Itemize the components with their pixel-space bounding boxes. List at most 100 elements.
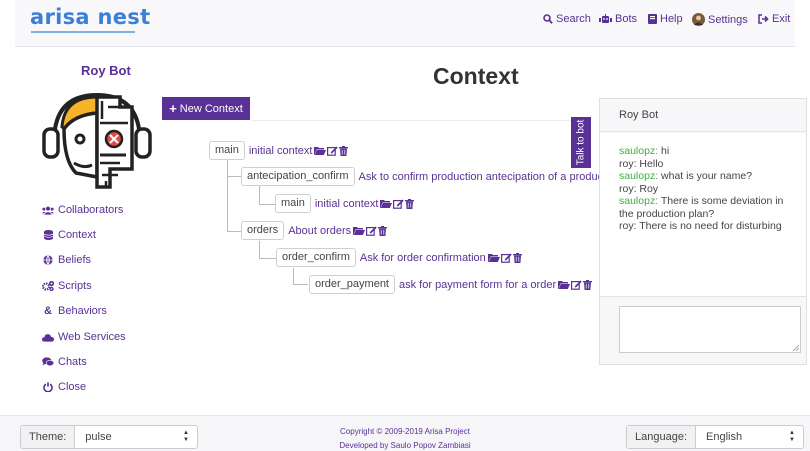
chat-footer	[600, 296, 806, 364]
chat-message: saulopz: what is your name?	[619, 170, 798, 183]
context-name[interactable]: order_confirm	[276, 248, 356, 267]
sidebar-item-scripts[interactable]: Scripts	[42, 280, 92, 292]
context-description: About orders	[288, 224, 352, 237]
tree-line	[259, 204, 275, 205]
users-icon	[42, 206, 54, 215]
chat-text: There is no need for disturbing	[636, 220, 782, 232]
chat-text: hi	[658, 145, 670, 157]
plus-icon: +	[169, 101, 177, 116]
edit-icon[interactable]	[571, 280, 582, 290]
chat-message: roy: There is no need for disturbing	[619, 220, 798, 233]
brand-underline	[31, 31, 135, 33]
folder-open-icon[interactable]	[314, 146, 327, 155]
chat-speaker: saulopz:	[619, 195, 659, 207]
nav-bots[interactable]: Bots	[599, 13, 637, 25]
trash-icon[interactable]	[583, 279, 593, 290]
sidebar-item-label: Beliefs	[58, 254, 92, 266]
chat-speaker: saulopz:	[619, 145, 659, 157]
chat-message: roy: Hello	[619, 158, 798, 171]
globe-icon	[43, 255, 53, 265]
context-description: initial context	[314, 197, 379, 210]
folder-open-icon[interactable]	[380, 199, 393, 208]
edit-icon[interactable]	[393, 199, 405, 209]
bot-avatar	[42, 92, 152, 189]
language-selector[interactable]: Language: English ▲ ▼	[626, 425, 804, 449]
select-arrow-icon: ▲ ▼	[789, 430, 795, 443]
tree-line	[227, 176, 241, 177]
chat-message: saulopz: hi	[619, 145, 798, 158]
sidebar-item-label: Scripts	[58, 280, 92, 292]
sidebar-item-web-services[interactable]: Web Services	[42, 331, 126, 343]
resize-handle-icon[interactable]	[793, 345, 799, 351]
tree-line	[259, 258, 276, 259]
bots-icon	[599, 14, 612, 23]
sidebar-item-behaviors[interactable]: & Behaviors	[42, 305, 107, 317]
context-name[interactable]: orders	[241, 221, 285, 240]
trash-icon[interactable]	[512, 252, 522, 263]
navbar: arisa nest Search Bots Help Settings Exi…	[15, 0, 795, 47]
sidebar-item-label: Close	[58, 381, 87, 393]
chat-panel: Roy Bot saulopz: hi roy: Hello saulopz: …	[599, 98, 807, 365]
edit-icon[interactable]	[500, 253, 512, 263]
new-context-button[interactable]: + New Context	[162, 97, 250, 120]
edit-icon[interactable]	[327, 146, 339, 156]
sidebar-item-chats[interactable]: Chats	[42, 356, 87, 368]
tree-line	[293, 284, 308, 285]
talk-to-bot-tab[interactable]: Talk to bot	[571, 117, 591, 168]
nav-help[interactable]: Help	[648, 13, 683, 25]
trash-icon[interactable]	[405, 198, 415, 209]
brand-logo[interactable]: arisa nest	[30, 5, 150, 29]
sidebar-item-beliefs[interactable]: Beliefs	[42, 254, 91, 266]
context-name[interactable]: main	[209, 141, 245, 160]
folder-open-icon[interactable]	[487, 253, 500, 262]
chat-text: Roy	[636, 182, 659, 195]
language-label: Language:	[627, 426, 696, 448]
chat-messages: saulopz: hi roy: Hello saulopz: what is …	[600, 133, 806, 296]
chat-input[interactable]	[619, 306, 801, 353]
folder-open-icon[interactable]	[353, 226, 366, 235]
tree-line	[259, 241, 260, 259]
nav-settings[interactable]: Settings	[692, 13, 748, 26]
power-icon	[43, 382, 53, 392]
sidebar-item-label: Context	[58, 229, 96, 241]
context-description: initial context	[248, 144, 313, 157]
context-node: main initial context	[209, 141, 349, 160]
trash-icon[interactable]	[378, 225, 388, 236]
sidebar-item-label: Behaviors	[58, 305, 107, 317]
sidebar-item-collaborators[interactable]: Collaborators	[42, 204, 123, 216]
chat-speaker: roy:	[619, 157, 637, 170]
footer: Theme: pulse ▲ ▼ Copyright © 2009-2019 Ari…	[0, 415, 810, 451]
nav-search[interactable]: Search	[543, 13, 591, 25]
talk-to-bot-label: Talk to bot	[575, 119, 587, 166]
sidebar-item-context[interactable]: Context	[42, 229, 96, 241]
folder-open-icon[interactable]	[558, 280, 571, 289]
nav-exit[interactable]: Exit	[758, 13, 790, 25]
book-icon	[648, 14, 657, 24]
nav-bots-label: Bots	[615, 13, 638, 25]
context-description: Ask to confirm production antecipation o…	[358, 170, 607, 183]
chat-speaker: roy:	[619, 220, 637, 232]
edit-icon[interactable]	[366, 226, 377, 236]
language-select[interactable]: English ▲ ▼	[696, 426, 803, 448]
context-name[interactable]: antecipation_confirm	[241, 167, 355, 186]
page-title: Context	[433, 63, 519, 89]
context-name[interactable]: main	[275, 194, 311, 213]
context-node: orders About orders	[241, 221, 388, 240]
context-node: order_payment ask for payment form for a…	[309, 275, 593, 294]
sidebar-item-label: Web Services	[58, 331, 126, 343]
context-name[interactable]: order_payment	[309, 275, 395, 294]
nav-settings-label: Settings	[708, 13, 748, 26]
chat-message: saulopz: There is some deviation in the …	[619, 195, 798, 220]
nav-help-label: Help	[660, 13, 683, 25]
nav-search-label: Search	[556, 13, 591, 25]
tree-line	[227, 231, 241, 232]
sign-out-icon	[758, 14, 769, 24]
cloud-icon	[42, 333, 54, 342]
chat-message: roy: Roy	[619, 183, 798, 196]
chat-text: Hello	[636, 157, 664, 170]
tree-line	[259, 186, 260, 205]
trash-icon[interactable]	[339, 145, 349, 156]
sidebar-item-close[interactable]: Close	[42, 381, 86, 393]
context-description: ask for payment form for a order	[399, 278, 557, 291]
chat-text: what is your name?	[658, 170, 753, 182]
